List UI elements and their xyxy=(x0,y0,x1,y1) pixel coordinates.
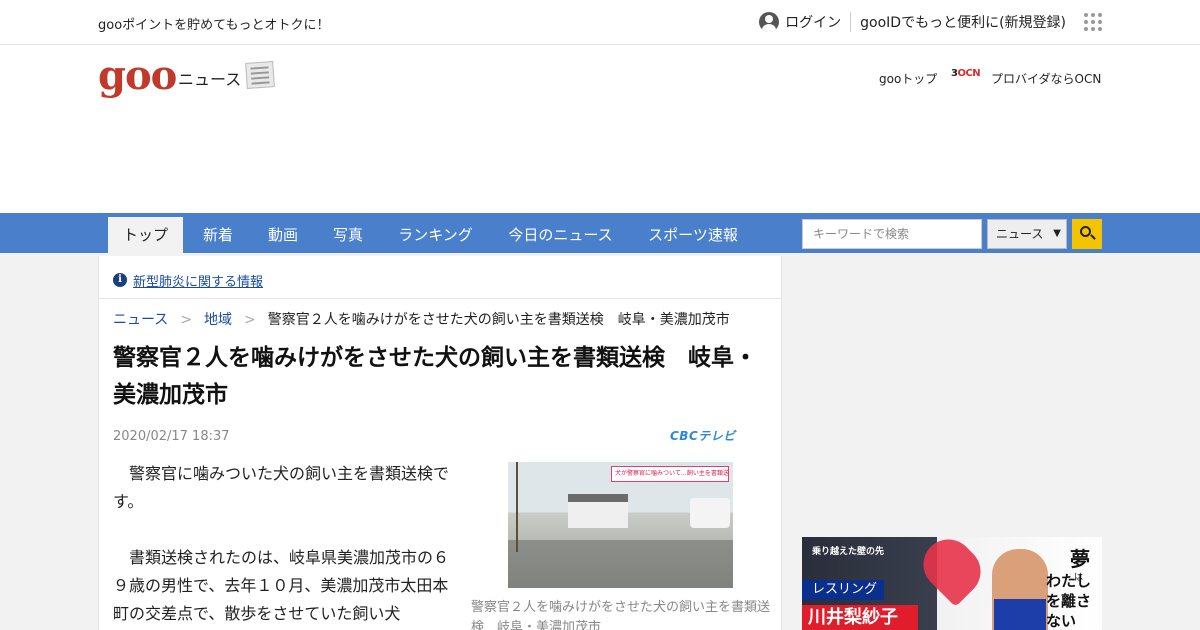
breadcrumb: ニュース > 地域 > 警察官２人を噛みけがをさせた犬の飼い主を書類送検 岐阜・美濃加茂… xyxy=(113,309,730,329)
article-body: 警察官に噛みついた犬の飼い主を書類送検です。 書類送検されたのは、岐阜県美濃加茂… xyxy=(113,460,455,628)
ad-dream: 夢 xyxy=(1070,547,1090,571)
info-icon: i xyxy=(113,273,127,287)
header: goo ニュース gooトップ 3OCN プロバイダならOCN xyxy=(0,46,1200,106)
points-promo-link[interactable]: gooポイントを貯めてもっとオトクに！ xyxy=(98,14,330,33)
tab-ranking[interactable]: ランキング xyxy=(388,217,483,253)
athlete-image xyxy=(992,549,1048,630)
newspaper-icon xyxy=(245,61,275,89)
ad-phrase: わたしを離さない xyxy=(1046,572,1092,630)
breadcrumb-separator: > xyxy=(244,312,256,328)
photo-house xyxy=(568,494,628,528)
tab-new[interactable]: 新着 xyxy=(193,217,243,253)
search-scope-value: ニュース xyxy=(996,227,1044,241)
ocn-logo-text: OCN xyxy=(957,68,981,79)
photo-caption: 警察官２人を噛みけがをさせた犬の飼い主を書類送検 岐阜・美濃加茂市 xyxy=(471,600,771,630)
tab-top[interactable]: トップ xyxy=(108,217,183,253)
login-link[interactable]: ログイン xyxy=(785,12,841,32)
breadcrumb-separator: > xyxy=(180,312,193,328)
ad-banner[interactable]: 乗り越えた壁の先 レスリング 川井梨紗子 夢 は わたしを離さない xyxy=(802,537,1102,630)
breadcrumb-current: 警察官２人を噛みけがをさせた犬の飼い主を書類送検 岐阜・美濃加茂市 xyxy=(267,312,730,328)
main-nav: トップ 新着 動画 写真 ランキング 今日のニュース スポーツ速報 ニュース ▼ xyxy=(0,213,1200,253)
heart-shape xyxy=(913,537,991,607)
search-scope-select[interactable]: ニュース ▼ xyxy=(987,219,1067,249)
goo-top-link[interactable]: gooトップ xyxy=(879,70,937,87)
ocn-link[interactable]: プロバイダならOCN xyxy=(991,70,1101,87)
user-icon[interactable] xyxy=(759,12,780,32)
article-paragraph: 書類送検されたのは、岐阜県美濃加茂市の６９歳の男性で、去年１０月、美濃加茂市太田… xyxy=(113,548,450,623)
article-paragraph: 警察官に噛みついた犬の飼い主を書類送検です。 xyxy=(113,464,450,511)
tab-photo[interactable]: 写真 xyxy=(323,217,373,253)
article-panel: i 新型肺炎に関する情報 ニュース > 地域 > 警察官２人を噛みけがをさせた犬の飼い主… xyxy=(98,256,782,630)
divider xyxy=(850,12,852,32)
account-area: ログイン gooIDでもっと便利に(新規登録) xyxy=(759,10,1102,34)
register-link[interactable]: gooIDでもっと便利に(新規登録) xyxy=(860,12,1066,32)
article-headline: 警察官２人を噛みけがをさせた犬の飼い主を書類送検 岐阜・美濃加茂市 xyxy=(113,345,757,408)
section-title[interactable]: ニュース xyxy=(178,66,241,90)
search-input[interactable] xyxy=(802,219,982,249)
photo-telop: 犬が警察官に噛みついて…飼い主を書類送検 xyxy=(611,466,729,482)
breadcrumb-region[interactable]: 地域 xyxy=(204,312,232,328)
cbc-logo[interactable]: CBCテレビ xyxy=(670,427,736,444)
apps-grid-icon[interactable] xyxy=(1084,13,1102,31)
ad-athlete-name: 川井梨紗子 xyxy=(802,605,918,630)
photo-tree xyxy=(516,462,556,552)
ad-sport: レスリング xyxy=(802,580,884,600)
top-bar: gooポイントを貯めてもっとオトクに！ ログイン gooIDでもっと便利に(新規… xyxy=(0,0,1200,45)
goo-logo[interactable]: goo xyxy=(98,56,177,96)
search-icon-handle xyxy=(1090,234,1096,240)
breadcrumb-news[interactable]: ニュース xyxy=(113,312,168,328)
search-button[interactable] xyxy=(1072,219,1102,249)
photo-car xyxy=(690,498,730,528)
notice-bar: i 新型肺炎に関する情報 xyxy=(99,256,781,299)
article-photo[interactable]: 犬が警察官に噛みついて…飼い主を書類送検 xyxy=(508,462,733,588)
ocn-logo-icon[interactable]: 3OCN xyxy=(951,68,981,79)
dropdown-arrow-icon: ▼ xyxy=(1053,228,1061,239)
article-date: 2020/02/17 18:37 xyxy=(113,429,230,444)
covid-info-link[interactable]: 新型肺炎に関する情報 xyxy=(133,271,263,290)
ad-tagline: 乗り越えた壁の先 xyxy=(812,547,885,557)
tab-sports[interactable]: スポーツ速報 xyxy=(638,217,748,253)
tab-video[interactable]: 動画 xyxy=(258,217,308,253)
tab-todays-news[interactable]: 今日のニュース xyxy=(498,217,623,253)
